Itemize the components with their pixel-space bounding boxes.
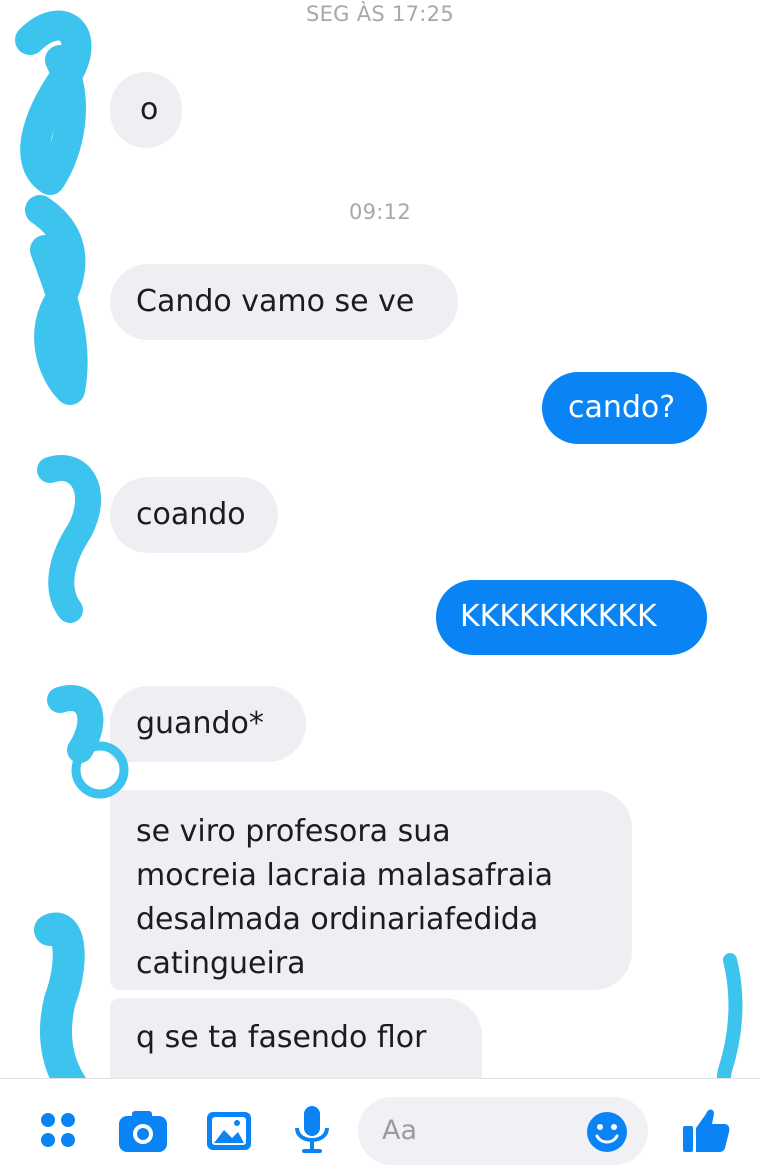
message-outgoing[interactable]: cando? <box>542 372 707 444</box>
message-text: guando* <box>136 706 264 741</box>
menu-dots-icon[interactable] <box>38 1110 82 1154</box>
thumbs-up-icon[interactable] <box>680 1104 732 1156</box>
message-incoming[interactable]: coando <box>110 477 278 553</box>
message-text: coando <box>136 497 246 532</box>
message-line: mocreia lacraia malasafraia <box>136 858 553 893</box>
camera-icon[interactable] <box>116 1108 170 1154</box>
microphone-icon[interactable] <box>292 1104 332 1156</box>
message-line: desalmada ordinariafedida <box>136 902 539 937</box>
message-outgoing[interactable]: KKKKKKKKKK <box>436 580 707 655</box>
message-incoming[interactable]: guando* <box>110 686 306 762</box>
message-incoming[interactable]: Cando vamo se ve <box>110 264 458 340</box>
message-text: KKKKKKKKKK <box>460 599 657 634</box>
emoji-icon[interactable] <box>585 1110 629 1154</box>
message-text: q se ta fasendo flor <box>136 1020 427 1055</box>
message-input-placeholder: Aa <box>382 1115 418 1146</box>
avatar-scribble <box>15 10 129 1100</box>
message-text: Cando vamo se ve <box>136 284 415 319</box>
message-text: cando? <box>568 390 676 425</box>
message-incoming[interactable]: q se ta fasendo flor <box>110 998 482 1078</box>
message-incoming[interactable]: se viro profesora sua mocreia lacraia ma… <box>110 790 632 990</box>
message-line: se viro profesora sua <box>136 814 451 849</box>
message-text: o <box>140 92 159 127</box>
gallery-icon[interactable] <box>204 1108 254 1154</box>
message-line: catingueira <box>136 946 306 981</box>
